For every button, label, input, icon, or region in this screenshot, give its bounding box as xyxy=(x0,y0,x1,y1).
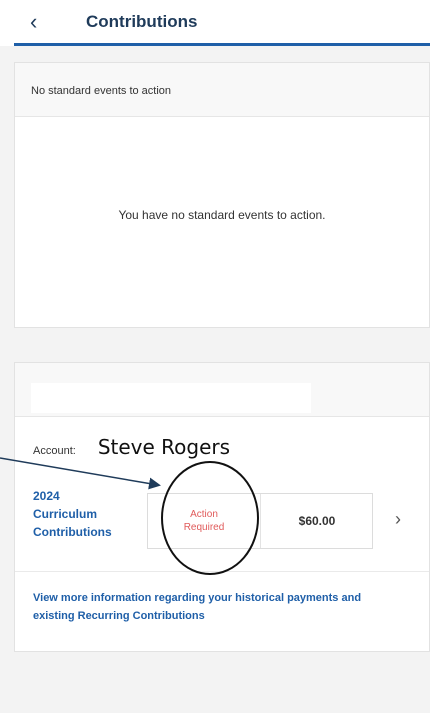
standard-events-header: No standard events to action xyxy=(15,63,429,117)
status-line: Action xyxy=(190,509,218,520)
contribution-card[interactable]: Action Required $60.00 xyxy=(147,493,373,549)
header: ‹ Contributions xyxy=(0,0,430,46)
contributions-panel: Account: Steve Rogers 2024 Curriculum Co… xyxy=(14,362,430,652)
empty-state-message: You have no standard events to action. xyxy=(118,208,326,222)
account-row: Account: Steve Rogers xyxy=(33,435,230,459)
page-title: Contributions xyxy=(86,12,198,31)
contributions-header xyxy=(15,363,429,417)
account-label: Account: xyxy=(33,445,76,457)
status-badge: Action Required xyxy=(148,508,260,534)
chevron-left-icon[interactable]: ‹ xyxy=(30,8,58,36)
redacted-area xyxy=(31,383,311,413)
contribution-name-link[interactable]: 2024 Curriculum Contributions xyxy=(33,487,143,541)
header-underline xyxy=(14,43,430,46)
contribution-name-line: Curriculum xyxy=(33,507,98,521)
contribution-name-line: Contributions xyxy=(33,525,112,539)
contribution-name-line: 2024 xyxy=(33,489,60,503)
standard-events-panel: No standard events to action You have no… xyxy=(14,62,430,328)
more-info-link[interactable]: View more information regarding your his… xyxy=(33,589,393,625)
contribution-amount: $60.00 xyxy=(298,514,336,528)
account-name: Steve Rogers xyxy=(97,435,231,459)
chevron-right-icon[interactable]: › xyxy=(395,509,401,530)
status-line: Required xyxy=(183,522,225,533)
row-divider xyxy=(15,571,429,572)
